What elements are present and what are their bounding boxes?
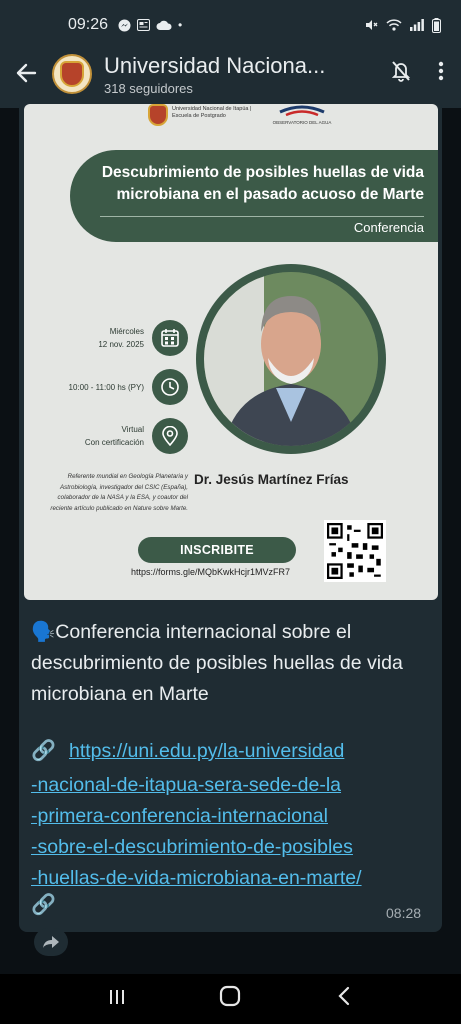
signal-icon xyxy=(410,19,424,31)
home-button[interactable] xyxy=(200,985,260,1013)
inscribe-button: INSCRIBITE xyxy=(138,537,296,563)
channel-subscribers: 318 seguidores xyxy=(104,80,193,96)
date-day: 12 nov. 2025 xyxy=(98,340,144,349)
back-chevron-icon xyxy=(338,986,350,1006)
university-seal-icon xyxy=(148,104,168,126)
info-date: Miércoles 12 nov. 2025 xyxy=(34,320,188,356)
form-url: https://forms.gle/MQbKwkHcjr1MVzFR7 xyxy=(131,567,291,577)
message-text: 🗣️Conferencia internacional sobre el des… xyxy=(31,621,403,705)
message-link-line-5[interactable]: -huellas-de-vida-microbiana-en-marte/ xyxy=(31,867,362,890)
status-time: 09:26 xyxy=(68,16,109,33)
message-link-line-3[interactable]: -primera-conferencia-internacional xyxy=(31,805,328,828)
link-chain-icon-2: 🔗 xyxy=(31,894,56,916)
status-notification-icons: • xyxy=(118,18,182,32)
wifi-icon xyxy=(386,19,402,31)
poster-title-line2: microbiana en el pasado acuoso de Marte xyxy=(116,186,424,203)
forward-button[interactable] xyxy=(34,928,68,956)
chat-header: Universidad Naciona... 318 seguidores xyxy=(0,40,461,108)
poster-title-box: Descubrimiento de posibles huellas de vi… xyxy=(70,150,438,242)
mute-channel-button[interactable] xyxy=(381,60,421,88)
mode-text: Virtual Con certificación xyxy=(34,423,144,449)
message-link-line-1[interactable]: https://uni.edu.py/la-universidad xyxy=(69,740,344,763)
status-system-icons xyxy=(364,17,441,33)
back-button[interactable] xyxy=(0,59,52,90)
speaker-photo xyxy=(204,272,378,446)
forward-icon xyxy=(43,936,59,948)
recents-button[interactable] xyxy=(87,986,147,1012)
more-vert-icon xyxy=(438,61,444,81)
mute-icon xyxy=(366,20,378,30)
date-text: Miércoles 12 nov. 2025 xyxy=(34,325,144,351)
channel-avatar[interactable] xyxy=(52,54,92,94)
channel-name: Universidad Naciona... xyxy=(104,52,326,78)
messenger-icon xyxy=(118,19,131,31)
info-mode: Virtual Con certificación xyxy=(34,418,188,454)
observatorio-logo-icon: OBSERVATORIO DEL AGUA xyxy=(273,105,332,125)
dot-icon: • xyxy=(178,18,183,32)
time-text: 10:00 - 11:00 hs (PY) xyxy=(68,382,144,392)
mode-certificate: Con certificación xyxy=(84,438,144,447)
back-arrow-icon xyxy=(16,63,37,82)
message-link-line-2[interactable]: -nacional-de-itapua-sera-sede-de-la xyxy=(31,774,341,797)
info-time: 10:00 - 11:00 hs (PY) xyxy=(34,369,188,405)
obs-label: OBSERVATORIO DEL AGUA xyxy=(273,120,332,125)
calendar-icon xyxy=(152,320,188,356)
speaker-bio: Referente mundial en Geología Planetaria… xyxy=(50,473,188,512)
title-divider xyxy=(100,216,424,217)
date-weekday: Miércoles xyxy=(109,327,144,336)
speaker-name: Dr. Jesús Martínez Frías xyxy=(194,472,349,487)
battery-icon xyxy=(432,17,441,33)
system-nav-bar xyxy=(0,974,461,1024)
news-icon xyxy=(137,19,151,31)
message-link-line-4[interactable]: -sobre-el-descubrimiento-de-posibles xyxy=(31,836,353,859)
university-seal-icon xyxy=(60,61,84,87)
back-nav-button[interactable] xyxy=(314,986,374,1012)
message-time: 08:28 xyxy=(386,905,422,921)
mode-virtual: Virtual xyxy=(121,425,144,434)
recents-icon xyxy=(109,990,124,1004)
clock-icon xyxy=(152,369,188,405)
speaker-portrait-icon xyxy=(204,272,378,446)
cloud-icon xyxy=(156,20,172,30)
qr-code-icon xyxy=(324,520,386,582)
home-icon xyxy=(220,985,241,1007)
poster-logos: Universidad Nacional de Itapúa | Escuela… xyxy=(148,104,262,126)
location-pin-icon xyxy=(152,418,188,454)
channel-info[interactable]: Universidad Naciona... 318 seguidores xyxy=(104,53,381,96)
link-chain-icon: 🔗 xyxy=(31,740,56,762)
poster-logo-label: Universidad Nacional de Itapúa | Escuela… xyxy=(172,106,252,119)
bell-off-icon xyxy=(391,61,411,82)
more-options-button[interactable] xyxy=(421,61,461,87)
event-poster-image[interactable]: Universidad Nacional de Itapúa | Escuela… xyxy=(24,104,438,600)
poster-subtitle: Conferencia xyxy=(353,220,424,235)
poster-title-line1: Descubrimiento de posibles huellas de vi… xyxy=(101,164,424,181)
